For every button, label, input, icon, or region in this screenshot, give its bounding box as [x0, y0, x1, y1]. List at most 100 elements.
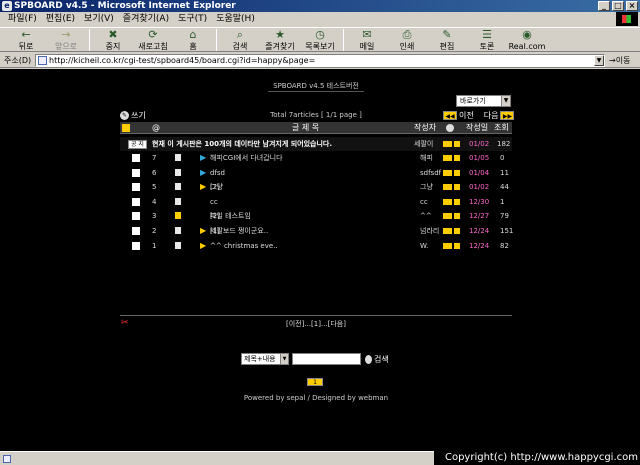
toolbar-button-11[interactable]: ☰ 토론: [467, 28, 507, 52]
toolbar-button-12[interactable]: ◉ Real.com: [507, 28, 547, 52]
next-link[interactable]: 다음: [484, 110, 499, 121]
row-checkbox[interactable]: [132, 154, 140, 162]
home-link-icon[interactable]: [454, 141, 460, 147]
home-link-icon[interactable]: [454, 242, 460, 249]
write-icon: ✎: [120, 111, 129, 120]
home-link-icon[interactable]: [454, 228, 460, 234]
prev-link[interactable]: 이전: [459, 110, 474, 121]
table-row: 2 ▶ 세팔보드 쩡이군요.. [1] 넘라리 12/24 151: [120, 224, 513, 238]
minimize-button[interactable]: _: [598, 1, 610, 11]
home-link-icon[interactable]: [454, 198, 460, 205]
reply-arrow-icon: ▶: [200, 153, 207, 162]
row-number: 2: [152, 227, 157, 235]
menu-bar: 파일(F) 편집(E) 보기(V) 즐겨찾기(A) 도구(T) 도움말(H): [0, 12, 640, 26]
address-dropdown-button[interactable]: ▼: [594, 55, 604, 66]
menu-view[interactable]: 보기(V): [84, 12, 114, 26]
prev-icon[interactable]: ◀◀: [443, 111, 457, 120]
table-row: 7 ▶ 해피CGI에서 다녀갑니다 해피 01/05 0: [120, 151, 512, 165]
reply-arrow-icon: ▶: [200, 182, 207, 192]
table-header: @ 글 제 목 작성자 작성일 조회: [120, 122, 512, 134]
toolbar-button-6[interactable]: ★ 즐겨찾기: [260, 28, 300, 52]
mail-icon[interactable]: [443, 213, 452, 220]
row-author[interactable]: 그냥: [420, 180, 433, 194]
notice-date: 01/02: [469, 140, 490, 148]
history-icon: ◷: [315, 28, 325, 41]
notice-row: 공 지 현재 이 게시판은 100개의 데이타만 남겨지게 되어있습니다. 세팔…: [120, 137, 512, 151]
home-link-icon[interactable]: [454, 155, 460, 161]
toolbar-label: 인쇄: [399, 42, 415, 51]
row-checkbox[interactable]: [132, 168, 140, 177]
toolbar-label: 메일: [359, 42, 375, 51]
document-icon: [175, 241, 181, 249]
toolbar-button-7[interactable]: ◷ 목록보기: [300, 28, 340, 52]
menu-help[interactable]: 도움말(H): [216, 12, 255, 26]
search-field-select[interactable]: 제목+내용 ▼: [241, 353, 289, 365]
toolbar-button-1[interactable]: → 앞으로: [46, 28, 86, 52]
notice-subject[interactable]: 현재 이 게시판은 100개의 데이타만 남겨지게 되어있습니다.: [152, 137, 332, 151]
select-all-icon[interactable]: [122, 124, 130, 132]
toolbar-button-9[interactable]: ⎙ 인쇄: [387, 28, 427, 52]
home-link-icon[interactable]: [454, 169, 460, 176]
row-author[interactable]: sdfsdf: [420, 166, 441, 180]
toolbar-button-4[interactable]: ⌂ 홈: [173, 28, 213, 52]
toolbar-button-3[interactable]: ⟳ 새로고침: [133, 28, 173, 52]
jump-select[interactable]: 바로가기 ▼: [456, 95, 511, 107]
clock-icon: [446, 124, 454, 132]
row-checkbox[interactable]: [132, 197, 140, 206]
row-number: 1: [152, 241, 157, 250]
home-link-icon[interactable]: [454, 184, 460, 191]
row-checkbox[interactable]: [132, 241, 140, 250]
page-badge[interactable]: 1: [307, 378, 323, 386]
search-input[interactable]: [292, 353, 361, 365]
menu-file[interactable]: 파일(F): [8, 12, 37, 26]
document-icon: [175, 154, 181, 161]
close-button[interactable]: ×: [626, 1, 638, 11]
row-author[interactable]: ^^: [420, 209, 432, 223]
row-number: 4: [152, 197, 157, 206]
mail-icon[interactable]: [443, 228, 452, 234]
mail-icon[interactable]: [443, 198, 452, 205]
row-author[interactable]: W.: [420, 239, 428, 253]
address-bar: 주소(D) http://kicheil.co.kr/cgi-test/spbo…: [0, 52, 640, 68]
go-button[interactable]: →이동: [609, 55, 630, 66]
print-icon: ⎙: [402, 28, 412, 41]
menu-tools[interactable]: 도구(T): [178, 12, 207, 26]
pager[interactable]: [이전]...[1]...[다음]: [200, 319, 432, 329]
row-checkbox[interactable]: [132, 227, 140, 235]
board-title: SPBOARD v4.5 테스트버전: [268, 80, 364, 92]
write-button[interactable]: ✎ 쓰기: [120, 110, 146, 121]
row-checkbox[interactable]: [132, 212, 140, 221]
mail-icon[interactable]: [443, 169, 452, 176]
home-link-icon[interactable]: [454, 213, 460, 220]
row-checkbox[interactable]: [132, 183, 140, 192]
document-icon: [175, 227, 181, 234]
menu-favorites[interactable]: 즐겨찾기(A): [123, 12, 169, 26]
next-icon[interactable]: ▶▶: [500, 111, 515, 120]
row-author[interactable]: cc: [420, 195, 428, 209]
page-icon: [38, 56, 47, 65]
row-author[interactable]: 넘라리: [420, 224, 439, 238]
toolbar-separator: [89, 29, 90, 51]
mail-icon[interactable]: [443, 184, 452, 191]
mail-icon[interactable]: [443, 155, 452, 161]
toolbar-button-0[interactable]: ← 뒤로: [6, 28, 46, 52]
row-author[interactable]: 해피: [420, 151, 433, 165]
search-icon: [365, 355, 372, 364]
mail-icon[interactable]: [443, 141, 452, 147]
toolbar-button-5[interactable]: ⌕ 검색: [220, 28, 260, 52]
notice-author[interactable]: 세팔이: [414, 137, 433, 151]
edit-icon: ✎: [442, 28, 452, 41]
row-date: 12/24: [469, 227, 490, 235]
admin-icon[interactable]: ✂: [121, 318, 129, 328]
toolbar-button-10[interactable]: ✎ 편집: [427, 28, 467, 52]
toolbar-button-2[interactable]: ✖ 중지: [93, 28, 133, 52]
row-number: 5: [152, 183, 157, 192]
toolbar-label: 뒤로: [18, 42, 34, 51]
menu-edit[interactable]: 편집(E): [46, 12, 75, 26]
maximize-button[interactable]: □: [612, 1, 624, 11]
search-button[interactable]: 검색: [365, 354, 389, 365]
mail-icon[interactable]: [443, 242, 452, 249]
toolbar-button-8[interactable]: ✉ 메일: [347, 28, 387, 52]
document-icon: [175, 183, 181, 191]
address-input[interactable]: http://kicheil.co.kr/cgi-test/spboard45/…: [35, 54, 605, 67]
